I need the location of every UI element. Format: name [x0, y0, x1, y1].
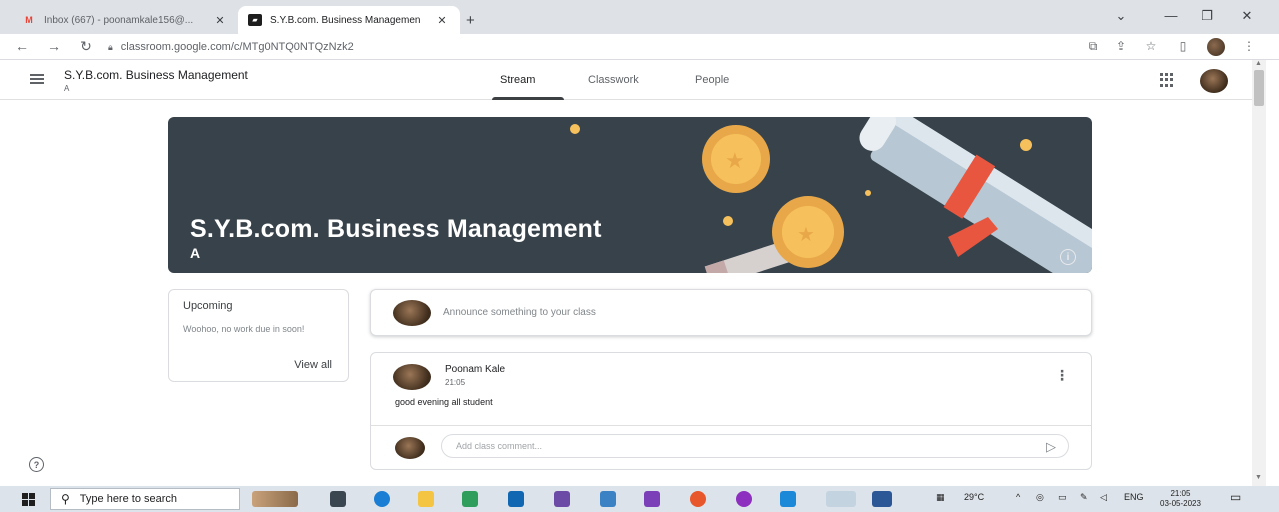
lock-icon: 🔒︎	[108, 41, 113, 52]
close-tab-icon[interactable]: ✕	[434, 14, 450, 27]
post-author: Poonam Kale	[445, 364, 506, 375]
announce-box[interactable]: Announce something to your class	[370, 289, 1092, 336]
forward-icon[interactable]: →	[44, 38, 64, 54]
word-icon[interactable]	[872, 491, 892, 507]
volume-icon[interactable]: ◁	[1100, 492, 1107, 503]
banner-title: S.Y.B.com. Business Management	[190, 215, 602, 243]
profile-avatar[interactable]	[1207, 38, 1225, 56]
more-options-icon[interactable]: ⋮	[1055, 367, 1069, 384]
banner-section: A	[190, 245, 201, 261]
upcoming-title: Upcoming	[183, 300, 233, 312]
address-bar[interactable]: 🔒︎ classroom.google.com/c/MTg0NTQ0NTQzNz…	[108, 37, 1068, 57]
post-time: 21:05	[445, 378, 466, 387]
app-icon[interactable]	[462, 491, 478, 507]
minimize-button[interactable]: —	[1160, 8, 1182, 23]
gmail-icon: M	[25, 15, 33, 25]
search-icon: ⚲	[61, 492, 70, 506]
avatar	[393, 300, 431, 326]
tab-stream[interactable]: Stream	[500, 74, 535, 86]
windows-start-icon[interactable]	[22, 493, 35, 506]
svg-text:★: ★	[725, 149, 745, 174]
edge-icon[interactable]	[374, 491, 390, 507]
tab-title: S.Y.B.com. Business Managemen	[270, 14, 421, 26]
windows-taskbar: ⚲ Type here to search ▦ 29°C ^ ◎ ▭ ✎ ◁ E…	[0, 486, 1279, 512]
avatar	[393, 364, 431, 390]
class-comment-input[interactable]: Add class comment... ▷	[441, 434, 1069, 458]
divider	[371, 425, 1091, 426]
more-menu-icon[interactable]: ⋮	[1240, 39, 1258, 53]
reload-icon[interactable]: ↻	[76, 38, 96, 55]
bookmark-star-icon[interactable]: ☆	[1142, 39, 1160, 53]
clock[interactable]: 21:05 03-05-2023	[1160, 489, 1201, 509]
send-icon[interactable]: ▷	[1046, 439, 1056, 455]
vscode-icon[interactable]	[780, 491, 796, 507]
close-tab-icon[interactable]: ✕	[212, 14, 228, 27]
tray-overflow-icon[interactable]: ^	[1016, 492, 1020, 502]
tab-classwork[interactable]: Classwork	[588, 74, 639, 86]
mail-icon[interactable]	[508, 491, 524, 507]
tab-search-icon[interactable]: ⌄	[1110, 8, 1132, 24]
back-icon[interactable]: ←	[12, 38, 32, 54]
announce-placeholder[interactable]: Announce something to your class	[443, 307, 596, 318]
class-section: A	[64, 84, 70, 93]
clock-time: 21:05	[1170, 489, 1191, 498]
app-icon[interactable]	[554, 491, 570, 507]
news-widget-icon[interactable]	[252, 491, 298, 507]
scroll-thumb[interactable]	[1254, 70, 1264, 106]
app-icon[interactable]	[736, 491, 752, 507]
restore-button[interactable]: ❐	[1196, 8, 1218, 24]
weather-icon[interactable]: ▦	[936, 492, 945, 503]
close-window-button[interactable]: ✕	[1236, 8, 1258, 24]
tab-gmail[interactable]: M Inbox (667) - poonamkale156@... ✕	[12, 6, 238, 34]
info-icon[interactable]: i	[1060, 249, 1076, 265]
weather-temp[interactable]: 29°C	[964, 492, 984, 502]
classroom-icon: ▰	[248, 14, 262, 26]
hamburger-menu-icon[interactable]	[30, 74, 44, 84]
network-icon[interactable]: ◎	[1036, 492, 1044, 503]
url-text: classroom.google.com/c/MTg0NTQ0NTQzNzk2	[120, 41, 354, 53]
battery-icon[interactable]: ▭	[1058, 492, 1067, 503]
help-icon[interactable]: ?	[29, 457, 44, 472]
browser-toolbar: ← → ↻ 🔒︎ classroom.google.com/c/MTg0NTQ0…	[0, 34, 1279, 60]
install-app-icon[interactable]: ⧉	[1084, 39, 1102, 54]
visual-studio-icon[interactable]	[644, 491, 660, 507]
svg-text:★: ★	[797, 222, 815, 246]
scroll-up-arrow-icon[interactable]: ▲	[1255, 60, 1262, 67]
page-scrollbar[interactable]: ▲ ▼	[1252, 60, 1266, 486]
tab-classroom[interactable]: ▰ S.Y.B.com. Business Managemen ✕	[238, 6, 460, 34]
account-avatar[interactable]	[1200, 69, 1228, 93]
class-banner: ★ ★ S.Y.B.com. Business Management A i	[168, 117, 1092, 273]
classroom-header: S.Y.B.com. Business Management A Stream …	[0, 60, 1252, 100]
upcoming-text: Woohoo, no work due in soon!	[183, 324, 305, 334]
google-apps-icon[interactable]	[1160, 73, 1174, 87]
app-icon[interactable]	[600, 491, 616, 507]
clock-date: 03-05-2023	[1160, 499, 1201, 508]
app-icon[interactable]	[690, 491, 706, 507]
side-panel-icon[interactable]: ▯	[1174, 39, 1192, 53]
chrome-icon[interactable]	[826, 491, 856, 507]
pen-icon[interactable]: ✎	[1080, 492, 1088, 503]
task-view-icon[interactable]	[330, 491, 346, 507]
file-explorer-icon[interactable]	[418, 491, 434, 507]
avatar	[395, 437, 425, 459]
stream-post: Poonam Kale 21:05 ⋮ good evening all stu…	[370, 352, 1092, 470]
post-body: good evening all student	[395, 397, 493, 407]
browser-tab-strip: M Inbox (667) - poonamkale156@... ✕ ▰ S.…	[0, 0, 1279, 34]
tab-title: Inbox (667) - poonamkale156@...	[44, 14, 194, 26]
notifications-icon[interactable]: ▭	[1230, 490, 1241, 504]
view-all-button[interactable]: View all	[294, 359, 332, 371]
class-name[interactable]: S.Y.B.com. Business Management	[64, 68, 248, 82]
new-tab-button[interactable]: +	[466, 12, 475, 29]
upcoming-card: Upcoming Woohoo, no work due in soon! Vi…	[168, 289, 349, 382]
comment-placeholder: Add class comment...	[456, 441, 543, 451]
taskbar-search-placeholder: Type here to search	[79, 493, 178, 505]
active-tab-indicator	[492, 97, 564, 100]
scroll-down-arrow-icon[interactable]: ▼	[1255, 474, 1262, 481]
banner-illustration: ★ ★	[570, 117, 1092, 273]
share-icon[interactable]: ⇪	[1112, 39, 1130, 53]
taskbar-search[interactable]: ⚲ Type here to search	[50, 488, 240, 510]
tab-people[interactable]: People	[695, 74, 729, 86]
language-indicator[interactable]: ENG	[1124, 492, 1144, 502]
